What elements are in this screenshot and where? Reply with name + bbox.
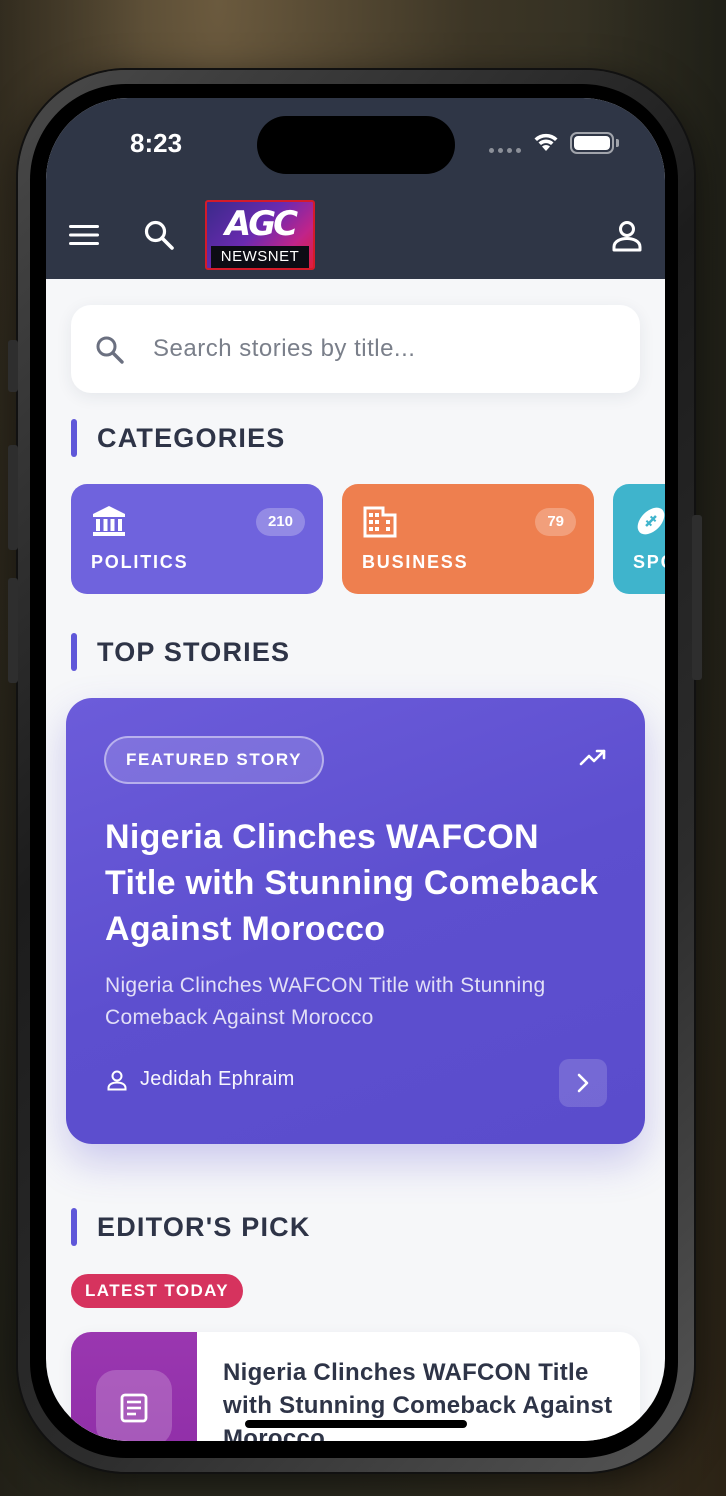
dynamic-island	[257, 116, 455, 174]
status-time: 8:23	[130, 128, 183, 158]
power-button	[692, 515, 702, 680]
category-card-politics[interactable]: 210 POLITICS	[71, 484, 323, 594]
mute-switch	[8, 340, 18, 392]
chevron-right-icon	[577, 1073, 589, 1093]
categories-header: CATEGORIES	[71, 419, 286, 457]
profile-icon[interactable]	[611, 219, 643, 253]
section-accent-bar	[71, 419, 77, 457]
category-name: POLITICS	[91, 552, 189, 572]
category-count: 210	[255, 508, 305, 536]
search-field-icon	[96, 336, 124, 364]
author-name: Jedidah Ephraim	[140, 1068, 295, 1090]
app-screen: 8:23 AGC NEWSNET Search stories by title…	[46, 98, 665, 1441]
article-icon	[120, 1393, 148, 1423]
wifi-icon	[534, 133, 558, 151]
football-icon	[637, 507, 665, 535]
building-icon	[363, 506, 397, 538]
top-stories-header: TOP STORIES	[71, 633, 290, 671]
featured-author: Jedidah Ephraim	[106, 1068, 295, 1091]
story-thumbnail	[71, 1332, 197, 1441]
search-icon[interactable]	[143, 219, 175, 251]
logo-mark: AGC	[224, 204, 298, 244]
cellular-signal-icon	[489, 148, 521, 153]
category-name: SPO	[633, 552, 665, 572]
featured-title[interactable]: Nigeria Clinches WAFCON Title with Stunn…	[105, 814, 615, 952]
pick-title[interactable]: Nigeria Clinches WAFCON Title with Stunn…	[223, 1356, 623, 1441]
menu-icon[interactable]	[68, 222, 100, 248]
logo-subtitle: NEWSNET	[211, 246, 309, 268]
featured-badge: FEATURED STORY	[104, 736, 325, 784]
search-input[interactable]	[153, 329, 613, 369]
battery-nub	[616, 139, 619, 147]
section-title: TOP STORIES	[97, 636, 291, 667]
bank-icon	[93, 506, 125, 536]
featured-description: Nigeria Clinches WAFCON Title with Stunn…	[105, 974, 546, 1029]
category-name: BUSINESS	[362, 552, 469, 572]
section-title: EDITOR'S PICK	[97, 1211, 311, 1242]
trending-icon	[579, 749, 606, 766]
thumbnail-icon-box	[96, 1370, 172, 1441]
person-icon	[107, 1070, 127, 1090]
section-accent-bar	[71, 1208, 77, 1246]
read-more-button[interactable]	[559, 1059, 607, 1107]
search-bar[interactable]	[71, 305, 640, 393]
category-count: 79	[535, 508, 576, 536]
category-card-sports[interactable]: SPO	[613, 484, 665, 594]
home-indicator[interactable]	[245, 1420, 467, 1428]
brand-logo[interactable]: AGC NEWSNET	[205, 200, 315, 270]
editors-pick-header: EDITOR'S PICK	[71, 1208, 311, 1246]
category-card-business[interactable]: 79 BUSINESS	[342, 484, 594, 594]
section-title: CATEGORIES	[97, 422, 286, 453]
volume-up-button	[8, 445, 18, 550]
app-header: 8:23 AGC NEWSNET	[46, 98, 665, 279]
battery-icon	[570, 132, 614, 154]
featured-story-card[interactable]: FEATURED STORY Nigeria Clinches WAFCON T…	[66, 698, 645, 1144]
section-accent-bar	[71, 633, 77, 671]
latest-today-badge: LATEST TODAY	[71, 1274, 244, 1308]
volume-down-button	[8, 578, 18, 683]
